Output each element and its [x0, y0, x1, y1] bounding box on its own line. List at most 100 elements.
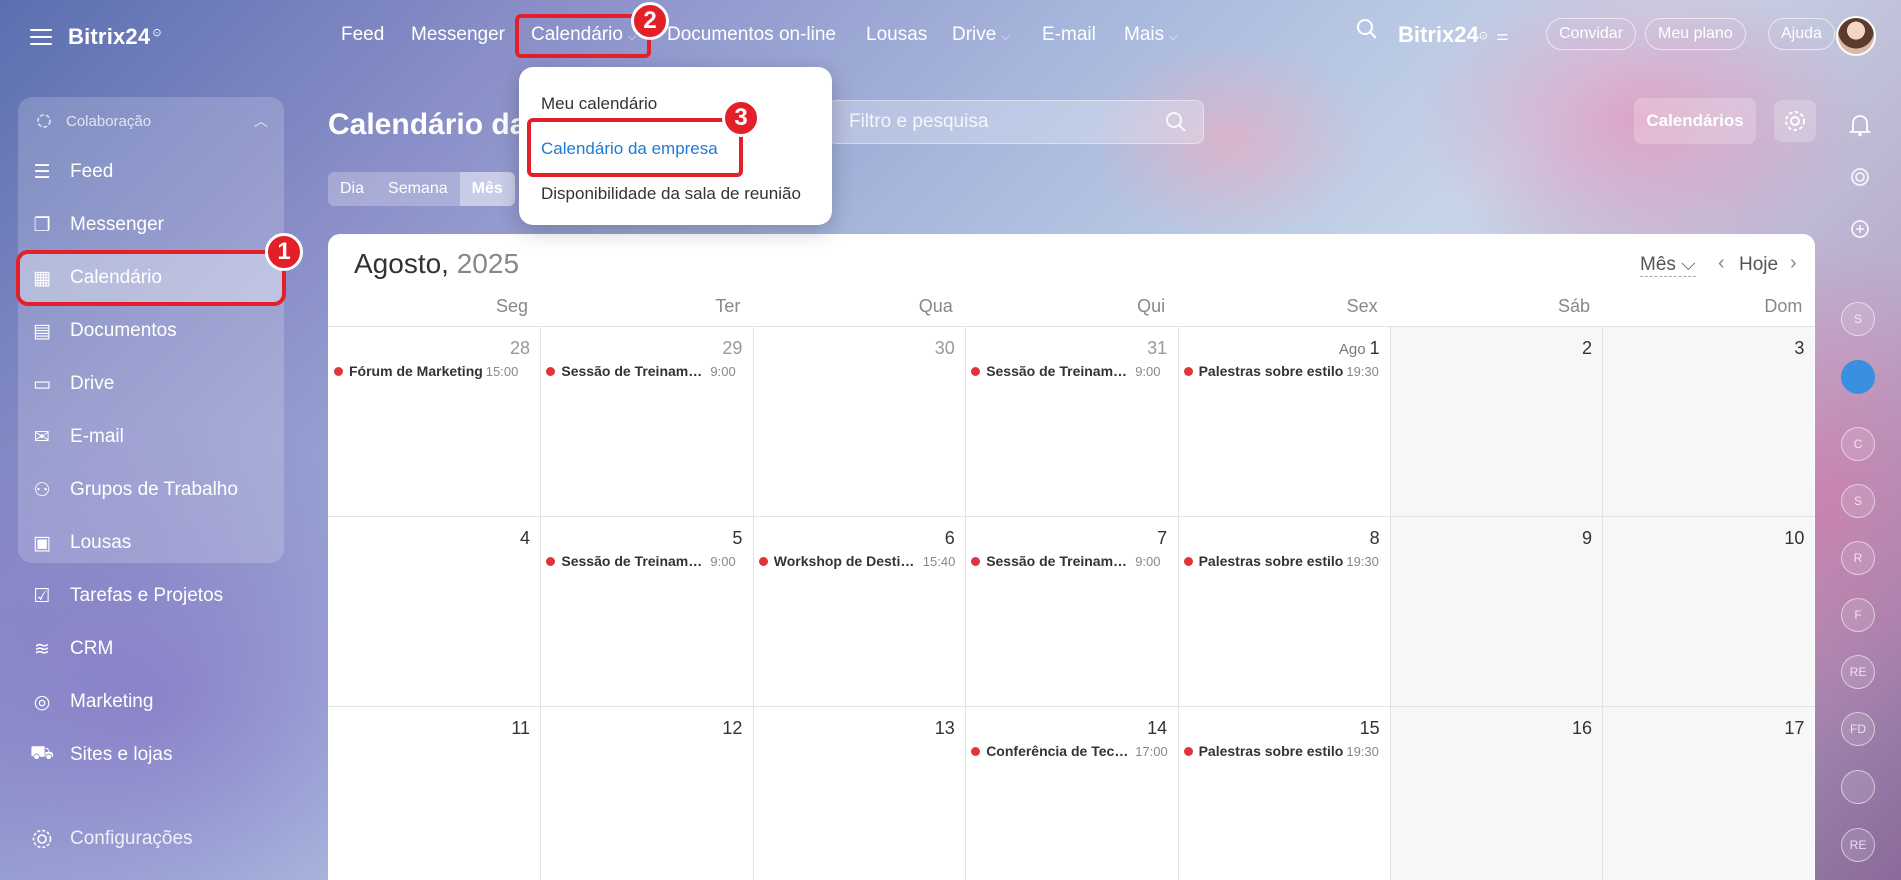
- brand-logo[interactable]: Bitrix24 ⊙: [68, 24, 162, 50]
- sidebar-item-boards[interactable]: ▣ Lousas: [18, 517, 284, 569]
- bell-icon[interactable]: [1841, 106, 1879, 144]
- rail-contact-avatar[interactable]: RE: [1841, 828, 1875, 862]
- rail-contact-avatar[interactable]: FD: [1841, 712, 1875, 746]
- search-icon[interactable]: [1356, 18, 1378, 40]
- topnav-drive[interactable]: Drive ⌵: [952, 24, 1010, 46]
- topnav-feed[interactable]: Feed: [341, 24, 384, 46]
- day-cell-number[interactable]: 9: [1392, 528, 1592, 549]
- day-cell-number[interactable]: 10: [1604, 528, 1804, 549]
- settings-sliders-icon[interactable]: ⚌: [1496, 27, 1509, 44]
- boards-icon: ▣: [33, 532, 51, 554]
- menu-item-meeting-room-availability[interactable]: Disponibilidade da sala de reunião: [541, 184, 801, 204]
- collaboration-group-header[interactable]: Colaboração ︿: [34, 111, 268, 131]
- sidebar-item-marketing[interactable]: ◎ Marketing: [18, 676, 284, 728]
- day-cell-number[interactable]: 28: [330, 338, 530, 359]
- menu-icon[interactable]: [30, 29, 52, 45]
- day-cell-number[interactable]: 7: [967, 528, 1167, 549]
- day-cell-number[interactable]: Ago 1: [1180, 338, 1380, 359]
- topnav-messenger[interactable]: Messenger: [411, 24, 505, 46]
- day-cell-number[interactable]: 12: [542, 718, 742, 739]
- help-button[interactable]: Ajuda: [1768, 18, 1835, 50]
- search-input[interactable]: Filtro e pesquisa: [828, 100, 1204, 144]
- tab-month[interactable]: Mês: [459, 172, 515, 206]
- chevron-up-icon[interactable]: ︿: [254, 111, 268, 131]
- sidebar-item-crm[interactable]: ≋ CRM: [18, 623, 284, 675]
- topnav-more[interactable]: Mais ⌵: [1124, 24, 1177, 46]
- day-cell-number[interactable]: 16: [1392, 718, 1592, 739]
- grid-line: [752, 326, 754, 880]
- menu-item-my-calendar[interactable]: Meu calendário: [541, 94, 657, 114]
- weekday-header: Sex: [1346, 296, 1378, 316]
- sidebar-item-label: Drive: [70, 373, 115, 394]
- rail-contact-avatar[interactable]: F: [1841, 598, 1875, 632]
- calendar-event[interactable]: Sessão de Treinamento 9:00: [546, 551, 751, 571]
- calendar-event[interactable]: Sessão de Treinamento 9:00: [546, 361, 751, 381]
- sidebar-item-feed[interactable]: ☰ Feed: [18, 146, 284, 198]
- sidebar-item-messenger[interactable]: ❐ Messenger: [18, 199, 284, 251]
- calendar-event[interactable]: Palestras sobre estilo 19:30: [1183, 361, 1389, 381]
- day-cell-number[interactable]: 11: [330, 718, 530, 739]
- calendar-event[interactable]: Sessão de Treinamento 9:00: [971, 551, 1176, 571]
- calendar-event[interactable]: Palestras sobre estilo 19:30: [1183, 551, 1389, 571]
- rail-contact-avatar[interactable]: [1841, 770, 1875, 804]
- topnav-email[interactable]: E-mail: [1042, 24, 1096, 46]
- rail-contact-avatar[interactable]: RE: [1841, 655, 1875, 689]
- collaboration-icon: [37, 114, 51, 128]
- day-cell-number[interactable]: 8: [1180, 528, 1380, 549]
- day-cell-number[interactable]: 4: [330, 528, 530, 549]
- rail-contact-avatar[interactable]: [1841, 360, 1875, 394]
- day-cell-number[interactable]: 30: [755, 338, 955, 359]
- sidebar-item-drive[interactable]: ▭ Drive: [18, 358, 284, 410]
- calendar-event[interactable]: Fórum de Marketing 15:00: [334, 361, 539, 381]
- calendar-event[interactable]: Sessão de Treinamento 9:00: [971, 361, 1176, 381]
- sidebar-item-email[interactable]: ✉ E-mail: [18, 411, 284, 463]
- calendar-event[interactable]: Workshop de Destinos 15:40: [758, 551, 964, 571]
- day-cell-number[interactable]: 29: [542, 338, 742, 359]
- bitrix24-brand: Bitrix24 ⊙ ⚌: [1398, 22, 1509, 47]
- chevron-left-icon[interactable]: ‹: [1718, 252, 1725, 275]
- day-cell-number[interactable]: 14: [967, 718, 1167, 739]
- tab-week[interactable]: Semana: [376, 172, 460, 206]
- topnav-calendar[interactable]: Calendário ⌵: [531, 24, 636, 46]
- my-plan-button[interactable]: Meu plano: [1645, 18, 1746, 50]
- day-cell-number[interactable]: 2: [1392, 338, 1592, 359]
- today-button[interactable]: Hoje: [1739, 254, 1778, 276]
- event-dot: [1183, 366, 1193, 376]
- day-cell-number[interactable]: 5: [542, 528, 742, 549]
- menu-item-company-calendar[interactable]: Calendário da empresa: [541, 139, 718, 159]
- day-cell-number[interactable]: 31: [967, 338, 1167, 359]
- day-cell-number[interactable]: 3: [1604, 338, 1804, 359]
- sidebar-item-calendar[interactable]: ▦ Calendário: [16, 250, 286, 306]
- view-select[interactable]: Mês ⌵: [1640, 254, 1696, 277]
- sidebar-item-cart[interactable]: ⛟ Sites e lojas: [18, 729, 284, 781]
- sidebar-item-documents[interactable]: ▤ Documentos: [18, 305, 284, 357]
- weekday-header: Seg: [495, 296, 528, 316]
- rail-contact-avatar[interactable]: R: [1841, 541, 1875, 575]
- calendar-event[interactable]: Palestras sobre estilo 19:30: [1183, 741, 1389, 761]
- chevron-right-icon[interactable]: ›: [1790, 252, 1797, 275]
- invite-button[interactable]: Convidar: [1546, 18, 1637, 50]
- rail-contact-avatar[interactable]: S: [1841, 484, 1875, 518]
- copilot-icon[interactable]: [1841, 158, 1879, 196]
- day-cell-number[interactable]: 17: [1604, 718, 1804, 739]
- day-cell-number[interactable]: 6: [755, 528, 955, 549]
- rail-contact-avatar[interactable]: C: [1841, 427, 1875, 461]
- rail-contact-avatar[interactable]: S: [1841, 302, 1875, 336]
- day-number: 30: [934, 338, 955, 358]
- sidebar-item-label: Marketing: [70, 691, 154, 712]
- day-cell-number[interactable]: 13: [755, 718, 955, 739]
- calendars-button[interactable]: Calendários: [1634, 98, 1756, 144]
- chat-icon[interactable]: [1841, 210, 1879, 248]
- grid-line: [328, 516, 1815, 517]
- sidebar-item-settings[interactable]: Configurações: [18, 813, 284, 865]
- tab-day[interactable]: Dia: [328, 172, 376, 206]
- calendar-settings-button[interactable]: [1774, 100, 1816, 142]
- chevron-down-icon: ⌵: [1169, 31, 1178, 43]
- sidebar-item-tasks[interactable]: ☑ Tarefas e Projetos: [18, 570, 284, 622]
- calendar-event[interactable]: Conferência de Tecnologia17:00: [971, 741, 1176, 761]
- day-cell-number[interactable]: 15: [1180, 718, 1380, 739]
- topnav-boards[interactable]: Lousas: [866, 24, 927, 46]
- topnav-documents-online[interactable]: Documentos on-line: [667, 24, 836, 46]
- sidebar-item-workgroups[interactable]: ⚇ Grupos de Trabalho: [18, 464, 284, 516]
- month-calendar: Agosto, 2025 Mês ⌵ ‹ Hoje › Seg Ter Qua Qui…: [328, 234, 1815, 880]
